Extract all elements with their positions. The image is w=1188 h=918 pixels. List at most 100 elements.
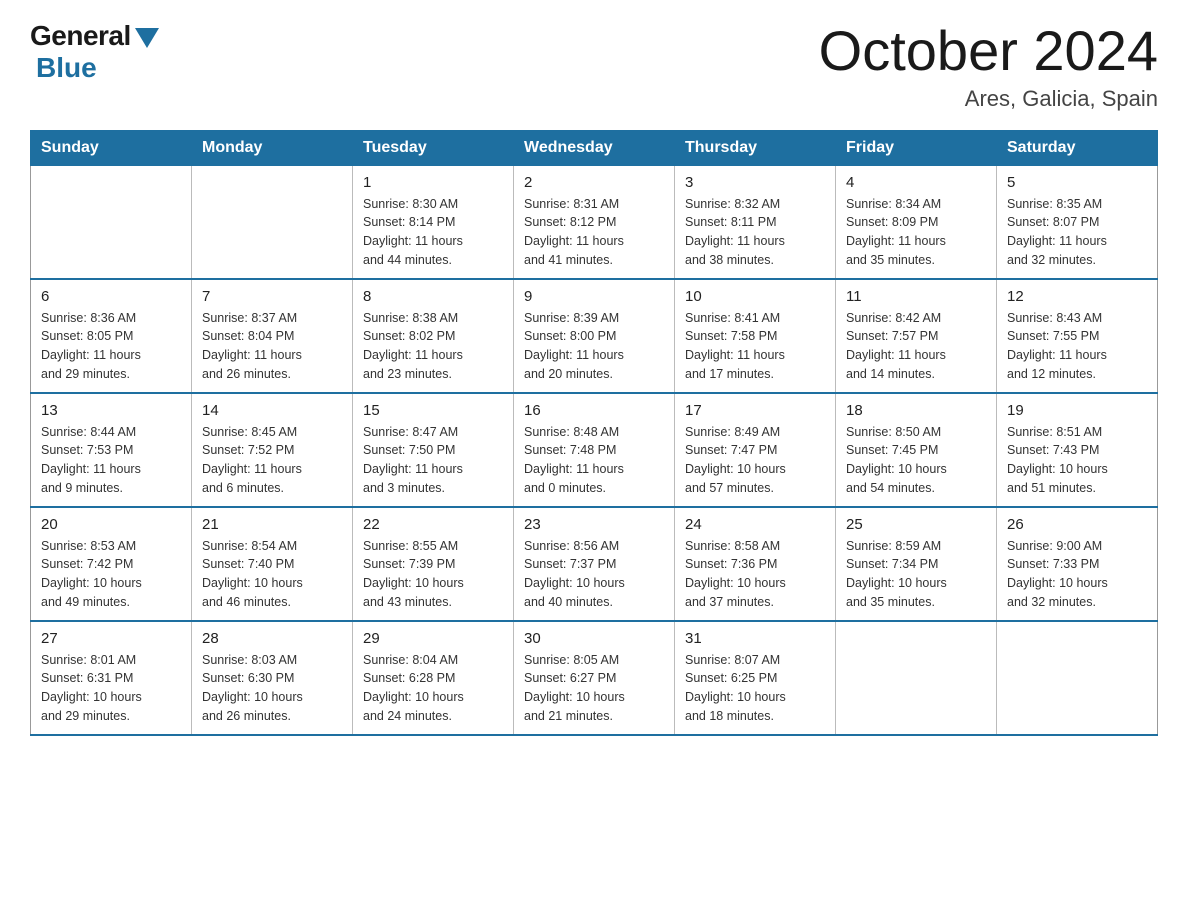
day-number: 5	[1007, 174, 1147, 191]
day-info: Sunrise: 8:03 AMSunset: 6:30 PMDaylight:…	[202, 651, 342, 726]
day-info: Sunrise: 8:56 AMSunset: 7:37 PMDaylight:…	[524, 537, 664, 612]
calendar-cell	[836, 621, 997, 735]
day-info: Sunrise: 8:30 AMSunset: 8:14 PMDaylight:…	[363, 195, 503, 270]
day-info: Sunrise: 8:39 AMSunset: 8:00 PMDaylight:…	[524, 309, 664, 384]
day-number: 18	[846, 402, 986, 419]
day-info: Sunrise: 8:51 AMSunset: 7:43 PMDaylight:…	[1007, 423, 1147, 498]
calendar-cell: 29Sunrise: 8:04 AMSunset: 6:28 PMDayligh…	[353, 621, 514, 735]
day-number: 19	[1007, 402, 1147, 419]
calendar-header-row: SundayMondayTuesdayWednesdayThursdayFrid…	[31, 130, 1158, 165]
day-number: 1	[363, 174, 503, 191]
calendar-cell: 1 Sunrise: 8:30 AMSunset: 8:14 PMDaylight…	[353, 165, 514, 279]
day-number: 16	[524, 402, 664, 419]
day-info: Sunrise: 8:07 AMSunset: 6:25 PMDaylight:…	[685, 651, 825, 726]
calendar-cell: 12 Sunrise: 8:43 AMSunset: 7:55 PMDayligh…	[997, 279, 1158, 393]
day-info: Sunrise: 8:04 AMSunset: 6:28 PMDaylight:…	[363, 651, 503, 726]
day-number: 2	[524, 174, 664, 191]
calendar-cell: 15Sunrise: 8:47 AMSunset: 7:50 PMDayligh…	[353, 393, 514, 507]
calendar-cell: 2 Sunrise: 8:31 AMSunset: 8:12 PMDaylight…	[514, 165, 675, 279]
calendar-cell: 13Sunrise: 8:44 AMSunset: 7:53 PMDayligh…	[31, 393, 192, 507]
calendar-cell: 22 Sunrise: 8:55 AMSunset: 7:39 PMDayligh…	[353, 507, 514, 621]
header-thursday: Thursday	[675, 130, 836, 165]
day-number: 6	[41, 288, 181, 305]
calendar-cell: 20 Sunrise: 8:53 AMSunset: 7:42 PMDayligh…	[31, 507, 192, 621]
calendar-cell: 27Sunrise: 8:01 AMSunset: 6:31 PMDayligh…	[31, 621, 192, 735]
day-info: Sunrise: 8:05 AMSunset: 6:27 PMDaylight:…	[524, 651, 664, 726]
calendar-cell	[31, 165, 192, 279]
logo-blue-text: Blue	[36, 52, 97, 84]
title-block: October 2024 Ares, Galicia, Spain	[819, 20, 1158, 112]
calendar-cell: 14 Sunrise: 8:45 AMSunset: 7:52 PMDayligh…	[192, 393, 353, 507]
day-number: 7	[202, 288, 342, 305]
calendar-week-row: 13Sunrise: 8:44 AMSunset: 7:53 PMDayligh…	[31, 393, 1158, 507]
calendar-cell: 4 Sunrise: 8:34 AMSunset: 8:09 PMDaylight…	[836, 165, 997, 279]
day-info: Sunrise: 8:36 AMSunset: 8:05 PMDaylight:…	[41, 309, 181, 384]
day-info: Sunrise: 8:35 AMSunset: 8:07 PMDaylight:…	[1007, 195, 1147, 270]
day-info: Sunrise: 8:47 AMSunset: 7:50 PMDaylight:…	[363, 423, 503, 498]
day-info: Sunrise: 8:48 AMSunset: 7:48 PMDaylight:…	[524, 423, 664, 498]
day-info: Sunrise: 8:41 AMSunset: 7:58 PMDaylight:…	[685, 309, 825, 384]
day-info: Sunrise: 8:54 AMSunset: 7:40 PMDaylight:…	[202, 537, 342, 612]
calendar-week-row: 6 Sunrise: 8:36 AMSunset: 8:05 PMDaylight…	[31, 279, 1158, 393]
day-number: 14	[202, 402, 342, 419]
day-info: Sunrise: 8:34 AMSunset: 8:09 PMDaylight:…	[846, 195, 986, 270]
day-info: Sunrise: 8:38 AMSunset: 8:02 PMDaylight:…	[363, 309, 503, 384]
day-number: 4	[846, 174, 986, 191]
day-info: Sunrise: 8:58 AMSunset: 7:36 PMDaylight:…	[685, 537, 825, 612]
header-wednesday: Wednesday	[514, 130, 675, 165]
header-saturday: Saturday	[997, 130, 1158, 165]
header-tuesday: Tuesday	[353, 130, 514, 165]
day-info: Sunrise: 8:37 AMSunset: 8:04 PMDaylight:…	[202, 309, 342, 384]
day-info: Sunrise: 8:50 AMSunset: 7:45 PMDaylight:…	[846, 423, 986, 498]
day-info: Sunrise: 8:31 AMSunset: 8:12 PMDaylight:…	[524, 195, 664, 270]
day-number: 8	[363, 288, 503, 305]
calendar-table: SundayMondayTuesdayWednesdayThursdayFrid…	[30, 130, 1158, 736]
calendar-cell: 6 Sunrise: 8:36 AMSunset: 8:05 PMDaylight…	[31, 279, 192, 393]
day-number: 31	[685, 630, 825, 647]
header-sunday: Sunday	[31, 130, 192, 165]
day-number: 20	[41, 516, 181, 533]
day-number: 9	[524, 288, 664, 305]
header-monday: Monday	[192, 130, 353, 165]
logo: General Blue	[30, 20, 159, 84]
calendar-cell	[997, 621, 1158, 735]
day-number: 24	[685, 516, 825, 533]
day-info: Sunrise: 8:43 AMSunset: 7:55 PMDaylight:…	[1007, 309, 1147, 384]
header-friday: Friday	[836, 130, 997, 165]
calendar-cell: 30Sunrise: 8:05 AMSunset: 6:27 PMDayligh…	[514, 621, 675, 735]
calendar-cell: 26 Sunrise: 9:00 AMSunset: 7:33 PMDayligh…	[997, 507, 1158, 621]
page-header: General Blue October 2024 Ares, Galicia,…	[30, 20, 1158, 112]
location-title: Ares, Galicia, Spain	[819, 86, 1158, 112]
logo-triangle-icon	[135, 28, 159, 48]
calendar-cell: 10 Sunrise: 8:41 AMSunset: 7:58 PMDayligh…	[675, 279, 836, 393]
calendar-cell: 28 Sunrise: 8:03 AMSunset: 6:30 PMDayligh…	[192, 621, 353, 735]
day-info: Sunrise: 9:00 AMSunset: 7:33 PMDaylight:…	[1007, 537, 1147, 612]
day-number: 28	[202, 630, 342, 647]
day-info: Sunrise: 8:45 AMSunset: 7:52 PMDaylight:…	[202, 423, 342, 498]
day-number: 12	[1007, 288, 1147, 305]
calendar-week-row: 1 Sunrise: 8:30 AMSunset: 8:14 PMDaylight…	[31, 165, 1158, 279]
day-number: 11	[846, 288, 986, 305]
day-info: Sunrise: 8:55 AMSunset: 7:39 PMDaylight:…	[363, 537, 503, 612]
calendar-cell: 23Sunrise: 8:56 AMSunset: 7:37 PMDayligh…	[514, 507, 675, 621]
day-number: 26	[1007, 516, 1147, 533]
day-number: 27	[41, 630, 181, 647]
day-number: 17	[685, 402, 825, 419]
calendar-cell: 11 Sunrise: 8:42 AMSunset: 7:57 PMDayligh…	[836, 279, 997, 393]
day-number: 25	[846, 516, 986, 533]
calendar-cell: 25 Sunrise: 8:59 AMSunset: 7:34 PMDayligh…	[836, 507, 997, 621]
day-number: 3	[685, 174, 825, 191]
calendar-cell: 3 Sunrise: 8:32 AMSunset: 8:11 PMDaylight…	[675, 165, 836, 279]
day-info: Sunrise: 8:53 AMSunset: 7:42 PMDaylight:…	[41, 537, 181, 612]
day-number: 22	[363, 516, 503, 533]
calendar-cell: 31 Sunrise: 8:07 AMSunset: 6:25 PMDayligh…	[675, 621, 836, 735]
calendar-cell: 17Sunrise: 8:49 AMSunset: 7:47 PMDayligh…	[675, 393, 836, 507]
day-info: Sunrise: 8:32 AMSunset: 8:11 PMDaylight:…	[685, 195, 825, 270]
day-info: Sunrise: 8:42 AMSunset: 7:57 PMDaylight:…	[846, 309, 986, 384]
calendar-cell: 8 Sunrise: 8:38 AMSunset: 8:02 PMDaylight…	[353, 279, 514, 393]
day-info: Sunrise: 8:59 AMSunset: 7:34 PMDaylight:…	[846, 537, 986, 612]
calendar-cell: 9 Sunrise: 8:39 AMSunset: 8:00 PMDaylight…	[514, 279, 675, 393]
day-number: 10	[685, 288, 825, 305]
calendar-week-row: 27Sunrise: 8:01 AMSunset: 6:31 PMDayligh…	[31, 621, 1158, 735]
calendar-cell: 16 Sunrise: 8:48 AMSunset: 7:48 PMDayligh…	[514, 393, 675, 507]
